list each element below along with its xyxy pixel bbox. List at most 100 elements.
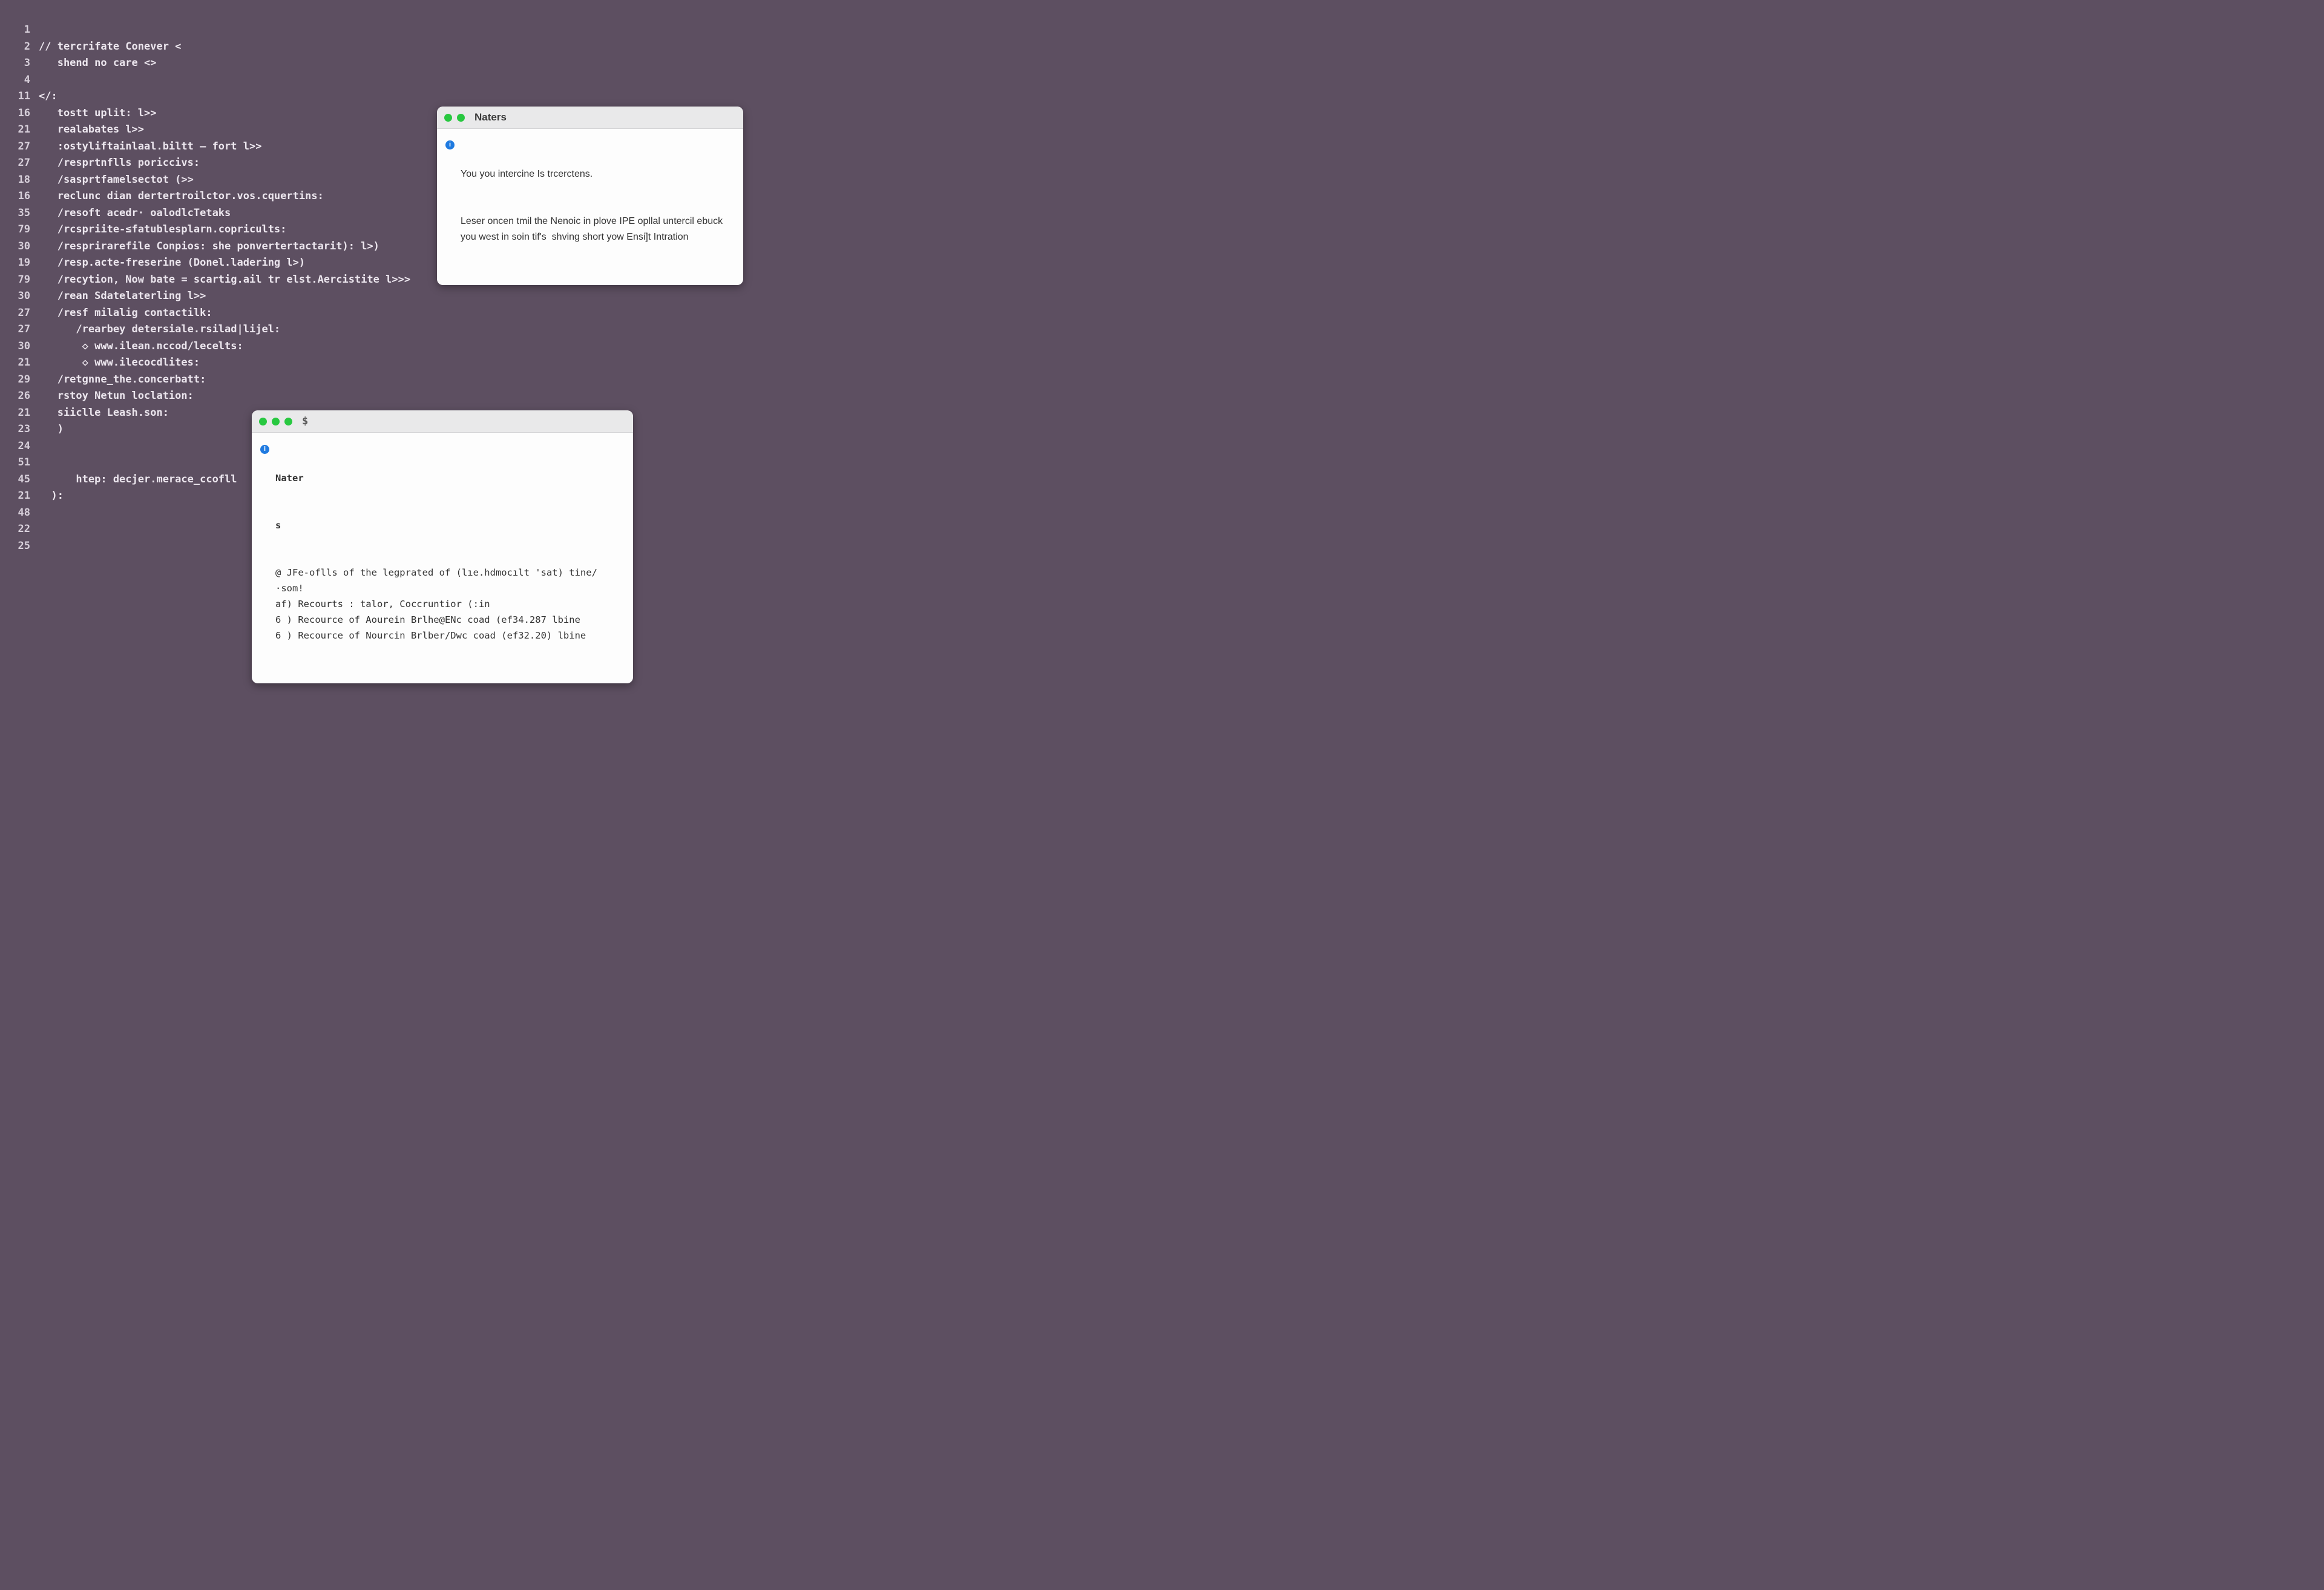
line-number: 29 xyxy=(15,372,39,389)
code-line[interactable]: 21 realabates l>> xyxy=(15,122,2309,139)
naters-line1: You you intercine Is trcerctens. xyxy=(461,166,734,182)
code-line[interactable]: 35 /resoft acedr· oalodlcTetaks xyxy=(15,205,2309,222)
line-number: 3 xyxy=(15,55,39,72)
code-text: :ostyliftainlaal.biltt – fort l>> xyxy=(39,139,261,156)
line-number: 79 xyxy=(15,222,39,238)
traffic-dot-2[interactable] xyxy=(457,114,465,122)
terminal-row: 6 ) Recource of Aourein Brlhe@ENc coad (… xyxy=(275,612,623,628)
line-number: 26 xyxy=(15,388,39,405)
code-line[interactable]: 2// tercrifate Conever < xyxy=(15,39,2309,56)
terminal-header2: s xyxy=(275,517,623,533)
code-line[interactable]: 29 /retgnne_the.concerbatt: xyxy=(15,372,2309,389)
code-line[interactable]: 30 /resprirarefile Conpios: she ponverte… xyxy=(15,238,2309,255)
code-line[interactable]: 3 shend no care <> xyxy=(15,55,2309,72)
code-text: /rearbey detersiale.rsilad|lijel: xyxy=(39,321,280,338)
code-text: // tercrifate Conever < xyxy=(39,39,181,56)
traffic-dot-2[interactable] xyxy=(272,418,280,425)
code-text: ◇ www.ilecocdlites: xyxy=(39,355,200,372)
code-line[interactable]: 1 xyxy=(15,22,2309,39)
code-line[interactable]: 21 ◇ www.ilecocdlites: xyxy=(15,355,2309,372)
terminal-row: @ JFe-oflls of the legprated of (lıe.hdm… xyxy=(275,565,623,596)
code-line[interactable]: 30 ◇ www.ilean.nccod/lecelts: xyxy=(15,338,2309,355)
info-icon: i xyxy=(260,445,269,454)
line-number: 1 xyxy=(15,22,39,39)
naters-dialog: Naters i You you intercine Is trcerctens… xyxy=(437,107,743,285)
code-text: /resprtnflls poriccivs: xyxy=(39,155,200,172)
terminal-header: Nater xyxy=(275,470,623,486)
code-line[interactable]: 11</: xyxy=(15,88,2309,105)
line-number: 27 xyxy=(15,305,39,322)
code-line[interactable]: 4 xyxy=(15,72,2309,89)
line-number: 2 xyxy=(15,39,39,56)
code-text: rstoy Netun loclation: xyxy=(39,388,194,405)
naters-titlebar[interactable]: Naters xyxy=(437,107,743,129)
line-number: 21 xyxy=(15,355,39,372)
code-line[interactable]: 79 /recytion, Now bate = scartig.ail tr … xyxy=(15,272,2309,289)
terminal-titlebar[interactable]: $ xyxy=(252,410,633,433)
code-line[interactable]: 27 /resf milalig contactilk: xyxy=(15,305,2309,322)
line-number: 79 xyxy=(15,272,39,289)
line-number: 21 xyxy=(15,488,39,505)
terminal-prompt: $ xyxy=(302,415,308,427)
window-controls[interactable] xyxy=(444,114,465,122)
line-number: 30 xyxy=(15,288,39,305)
line-number: 4 xyxy=(15,72,39,89)
line-number: 51 xyxy=(15,455,39,471)
code-text: /recytion, Now bate = scartig.ail tr els… xyxy=(39,272,410,289)
line-number: 21 xyxy=(15,122,39,139)
code-text: siiclle Leash.son: xyxy=(39,405,169,422)
code-text: /resp.acte-freserine (Donel.ladering l>) xyxy=(39,255,305,272)
line-number: 27 xyxy=(15,139,39,156)
window-controls[interactable] xyxy=(259,418,292,425)
code-text: shend no care <> xyxy=(39,55,156,72)
code-text: /sasprtfamelsectot (>> xyxy=(39,172,194,189)
line-number: 18 xyxy=(15,172,39,189)
traffic-dot-3[interactable] xyxy=(284,418,292,425)
code-line[interactable]: 16 tostt uplit: l>> xyxy=(15,105,2309,122)
line-number: 19 xyxy=(15,255,39,272)
code-text: realabates l>> xyxy=(39,122,144,139)
traffic-dot-1[interactable] xyxy=(444,114,452,122)
info-icon: i xyxy=(445,140,455,149)
code-line[interactable]: 30 /rean Sdatelaterling l>> xyxy=(15,288,2309,305)
code-line[interactable]: 18 /sasprtfamelsectot (>> xyxy=(15,172,2309,189)
code-text: ◇ www.ilean.nccod/lecelts: xyxy=(39,338,243,355)
code-line[interactable]: 27 /rearbey detersiale.rsilad|lijel: xyxy=(15,321,2309,338)
code-text: tostt uplit: l>> xyxy=(39,105,156,122)
line-number: 48 xyxy=(15,505,39,522)
naters-body: i You you intercine Is trcerctens. Leser… xyxy=(437,129,743,285)
code-line[interactable]: 19 /resp.acte-freserine (Donel.ladering … xyxy=(15,255,2309,272)
code-line[interactable]: 27 :ostyliftainlaal.biltt – fort l>> xyxy=(15,139,2309,156)
line-number: 16 xyxy=(15,188,39,205)
line-number: 25 xyxy=(15,538,39,555)
code-line[interactable]: 27 /resprtnflls poriccivs: xyxy=(15,155,2309,172)
code-text: /retgnne_the.concerbatt: xyxy=(39,372,206,389)
line-number: 24 xyxy=(15,438,39,455)
line-number: 21 xyxy=(15,405,39,422)
line-number: 27 xyxy=(15,321,39,338)
code-text: /rcspriite-≤fatublesplarn.copricults: xyxy=(39,222,286,238)
code-text: /rean Sdatelaterling l>> xyxy=(39,288,206,305)
code-text: </: xyxy=(39,88,57,105)
line-number: 30 xyxy=(15,238,39,255)
naters-body-text: Leser oncen tmil the Nenoic in plove IPE… xyxy=(461,214,734,245)
terminal-row: 6 ) Recource of Nourcin Brlber/Dwc coad … xyxy=(275,628,623,643)
naters-title: Naters xyxy=(474,111,507,123)
line-number: 27 xyxy=(15,155,39,172)
line-number: 30 xyxy=(15,338,39,355)
code-line[interactable]: 79 /rcspriite-≤fatublesplarn.copricults: xyxy=(15,222,2309,238)
code-editor[interactable]: 12// tercrifate Conever <3 shend no care… xyxy=(15,22,2309,1590)
code-text: ) xyxy=(39,421,64,438)
traffic-dot-1[interactable] xyxy=(259,418,267,425)
line-number: 16 xyxy=(15,105,39,122)
line-number: 23 xyxy=(15,421,39,438)
terminal-body: i Nater s @ JFe-oflls of the legprated o… xyxy=(252,433,633,683)
terminal-dialog: $ i Nater s @ JFe-oflls of the legprated… xyxy=(252,410,633,683)
terminal-row: af) Recourts : talor, Coccruntior (:in xyxy=(275,596,623,612)
code-text: /resoft acedr· oalodlcTetaks xyxy=(39,205,231,222)
code-line[interactable]: 16 reclunc dian dertertroilctor.vos.cque… xyxy=(15,188,2309,205)
line-number: 45 xyxy=(15,471,39,488)
code-text: reclunc dian dertertroilctor.vos.cquerti… xyxy=(39,188,324,205)
code-line[interactable]: 26 rstoy Netun loclation: xyxy=(15,388,2309,405)
code-text: ): xyxy=(39,488,64,505)
